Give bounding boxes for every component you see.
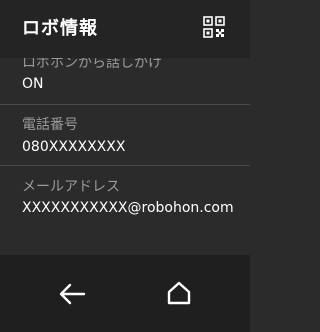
setting-row-email[interactable]: メールアドレス XXXXXXXXXXX@robohon.com [0, 166, 250, 255]
setting-row-talk[interactable]: ロボホンから話しかけ ON [0, 58, 250, 104]
setting-value: 080XXXXXXXX [22, 139, 126, 155]
setting-value: XXXXXXXXXXX@robohon.com [22, 200, 234, 216]
app-bar: ロボ情報 [0, 0, 250, 58]
setting-label: メールアドレス [22, 179, 120, 195]
back-arrow-icon[interactable] [58, 283, 86, 305]
setting-value: ON [22, 76, 44, 92]
qr-code-icon[interactable] [203, 16, 225, 38]
settings-list: ロボホンから話しかけ ON 電話番号 080XXXXXXXX メールアドレス X… [0, 58, 250, 255]
home-icon[interactable] [166, 280, 192, 306]
setting-label: ロボホンから話しかけ [22, 58, 162, 71]
setting-row-phone[interactable]: 電話番号 080XXXXXXXX [0, 105, 250, 165]
page-title: ロボ情報 [22, 18, 98, 39]
navigation-bar [0, 255, 250, 332]
setting-label: 電話番号 [22, 117, 78, 133]
